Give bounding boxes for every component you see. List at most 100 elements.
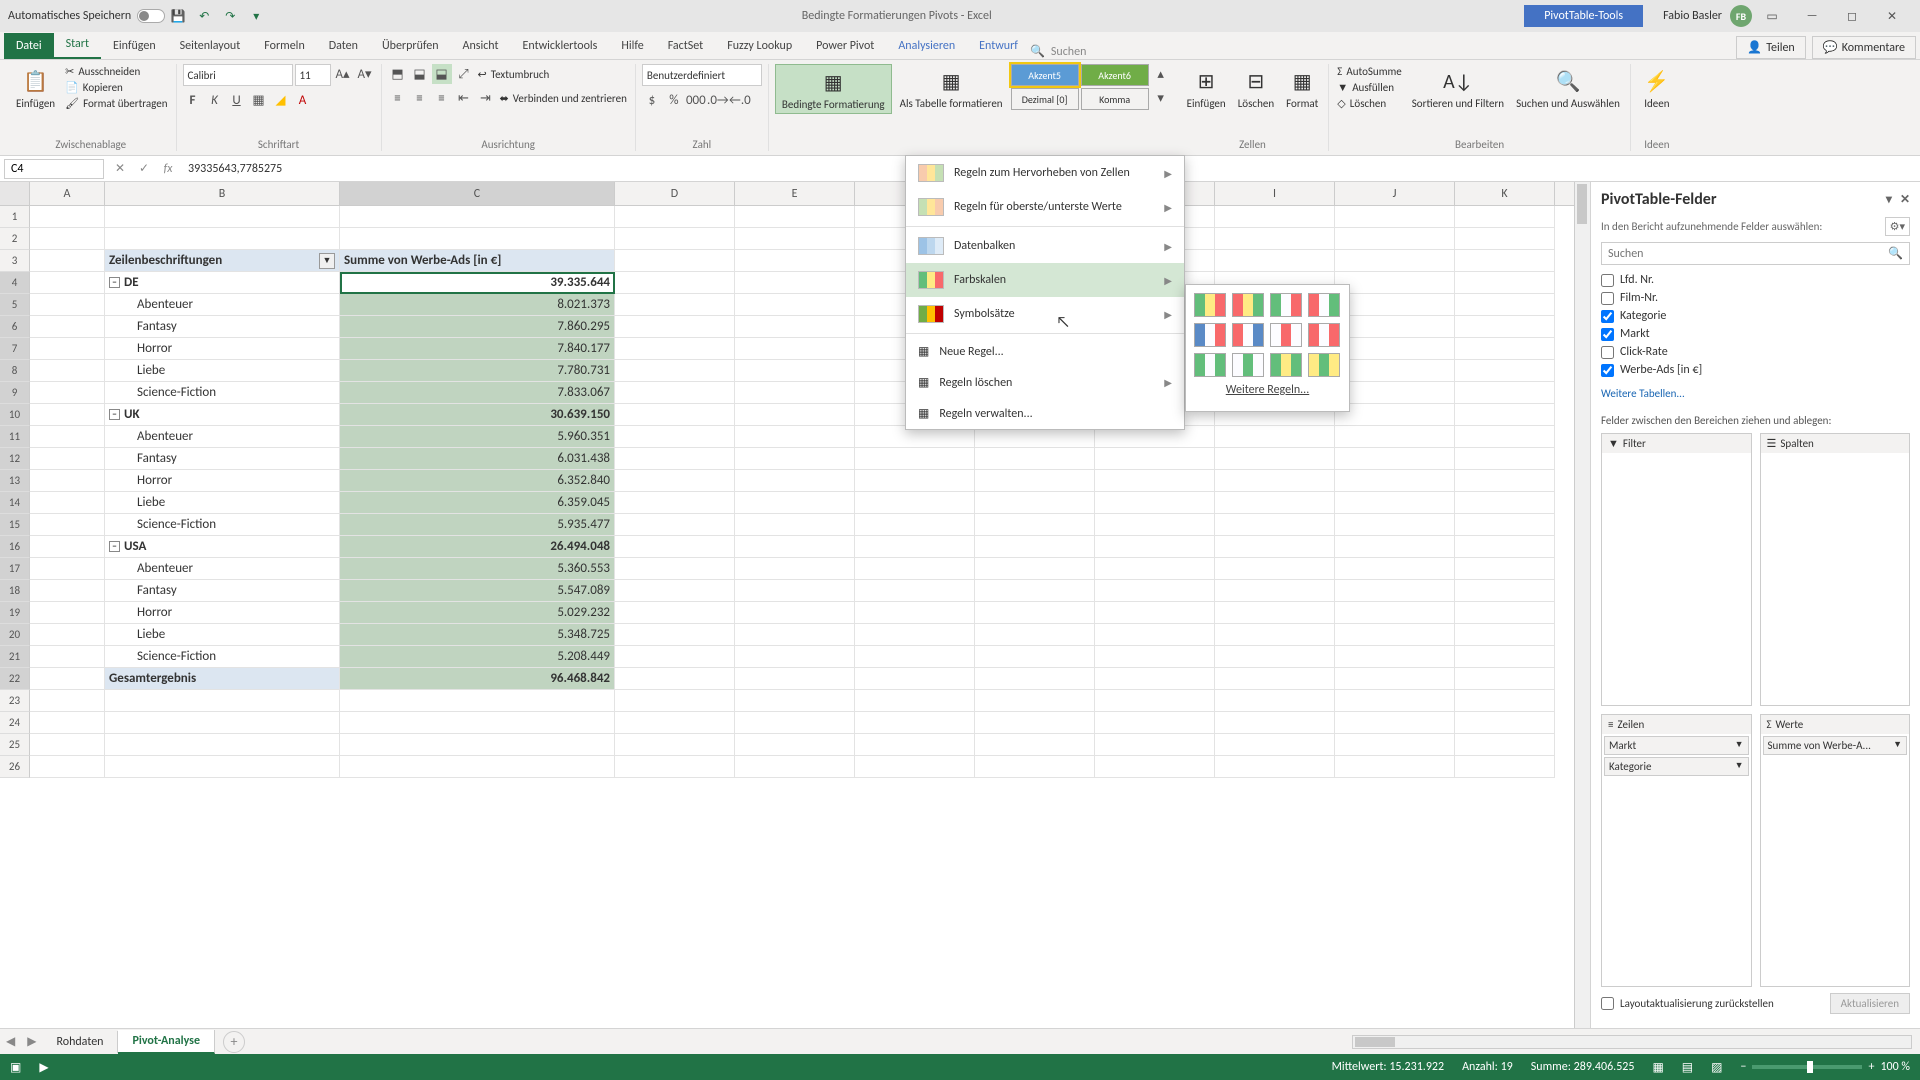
cell[interactable] [855, 668, 975, 690]
cell[interactable] [1095, 448, 1215, 470]
cell[interactable]: Fantasy [105, 316, 340, 338]
cell[interactable] [1335, 558, 1455, 580]
row-header-10[interactable]: 10 [0, 404, 30, 426]
panel-layout-icon[interactable]: ⚙▾ [1885, 217, 1910, 236]
align-top-icon[interactable]: ⬒ [388, 64, 408, 84]
area-rows[interactable]: ≡Zeilen Markt▼Kategorie▼ [1601, 714, 1752, 987]
cell[interactable] [1215, 580, 1335, 602]
more-tables-link[interactable]: Weitere Tabellen... [1601, 387, 1910, 400]
user-avatar[interactable]: FB [1730, 5, 1752, 27]
row-header-8[interactable]: 8 [0, 360, 30, 382]
cell[interactable] [1215, 448, 1335, 470]
percent-format-icon[interactable]: % [664, 90, 684, 110]
cell[interactable]: 7.860.295 [340, 316, 615, 338]
enter-formula-icon[interactable]: ✓ [132, 158, 156, 180]
row-header-24[interactable]: 24 [0, 712, 30, 734]
cell[interactable]: Abenteuer [105, 558, 340, 580]
cell[interactable]: Fantasy [105, 580, 340, 602]
cell[interactable] [735, 360, 855, 382]
maximize-icon[interactable]: ◻ [1832, 2, 1872, 30]
cell[interactable] [1455, 206, 1555, 228]
cell[interactable] [615, 404, 735, 426]
cell[interactable]: 7.780.731 [340, 360, 615, 382]
cell[interactable] [1095, 492, 1215, 514]
row-header-17[interactable]: 17 [0, 558, 30, 580]
field-search[interactable]: 🔍 [1601, 242, 1910, 265]
cell[interactable] [855, 558, 975, 580]
field-item[interactable]: Lfd. Nr. [1601, 273, 1910, 287]
cell[interactable] [735, 272, 855, 294]
zoom-level[interactable]: 100 % [1880, 1060, 1910, 1074]
cell[interactable] [1215, 470, 1335, 492]
cell[interactable] [1095, 690, 1215, 712]
cell[interactable] [30, 536, 105, 558]
view-page-layout-icon[interactable]: ▤ [1682, 1060, 1693, 1075]
cell[interactable] [1455, 624, 1555, 646]
cell[interactable] [1335, 624, 1455, 646]
cell[interactable]: 26.494.048 [340, 536, 615, 558]
cell[interactable] [1215, 602, 1335, 624]
area-pill[interactable]: Summe von Werbe-A...▼ [1763, 736, 1908, 755]
cell[interactable] [1215, 646, 1335, 668]
cell[interactable] [1335, 426, 1455, 448]
cell[interactable]: Abenteuer [105, 294, 340, 316]
tab-formeln[interactable]: Formeln [252, 33, 316, 59]
cell[interactable] [735, 756, 855, 778]
cell[interactable] [735, 734, 855, 756]
tell-me-search[interactable]: 🔍 Suchen [1030, 44, 1086, 59]
row-header-11[interactable]: 11 [0, 426, 30, 448]
cell[interactable] [1095, 514, 1215, 536]
cell[interactable]: Horror [105, 602, 340, 624]
ideas-button[interactable]: ⚡Ideen [1637, 64, 1677, 112]
row-header-7[interactable]: 7 [0, 338, 30, 360]
col-header-J[interactable]: J [1335, 182, 1455, 205]
cell[interactable] [1455, 734, 1555, 756]
cell[interactable]: 7.840.177 [340, 338, 615, 360]
view-page-break-icon[interactable]: ▨ [1711, 1060, 1722, 1075]
cell[interactable] [735, 536, 855, 558]
cell[interactable] [735, 382, 855, 404]
cell[interactable] [975, 756, 1095, 778]
cell[interactable] [1455, 602, 1555, 624]
cell[interactable] [30, 602, 105, 624]
cell[interactable] [1215, 492, 1335, 514]
cell[interactable] [30, 404, 105, 426]
cell[interactable]: −DE [105, 272, 340, 294]
cell[interactable] [1215, 536, 1335, 558]
cell[interactable]: −UK [105, 404, 340, 426]
cell[interactable] [1335, 492, 1455, 514]
cell[interactable] [30, 382, 105, 404]
tab-hilfe[interactable]: Hilfe [609, 33, 655, 59]
cell[interactable] [735, 514, 855, 536]
filter-dropdown-icon[interactable]: ▼ [319, 253, 335, 269]
cell-style-akzent5[interactable]: Akzent5 [1011, 64, 1079, 86]
cell[interactable] [1215, 426, 1335, 448]
cell[interactable]: 7.833.067 [340, 382, 615, 404]
cell[interactable] [615, 514, 735, 536]
cell[interactable] [30, 294, 105, 316]
fx-icon[interactable]: fx [156, 158, 180, 180]
field-checkbox[interactable] [1601, 346, 1614, 359]
cell[interactable] [735, 668, 855, 690]
row-header-26[interactable]: 26 [0, 756, 30, 778]
tab-ueberpruefen[interactable]: Überprüfen [370, 33, 451, 59]
qat-customize-icon[interactable]: ▾ [247, 7, 265, 25]
cell[interactable] [615, 448, 735, 470]
cell[interactable] [1455, 360, 1555, 382]
color-scale-swatch[interactable] [1194, 353, 1226, 377]
col-header-K[interactable]: K [1455, 182, 1555, 205]
comma-format-icon[interactable]: 000 [686, 90, 706, 110]
cell[interactable] [340, 712, 615, 734]
cell[interactable] [975, 448, 1095, 470]
autosum-button[interactable]: ΣAutoSumme [1335, 64, 1403, 79]
cell[interactable] [975, 536, 1095, 558]
cell[interactable]: −USA [105, 536, 340, 558]
field-search-input[interactable] [1608, 247, 1888, 261]
pill-dropdown-icon[interactable]: ▼ [1893, 739, 1902, 752]
cell[interactable] [1335, 756, 1455, 778]
align-center-icon[interactable]: ≡ [410, 88, 430, 108]
cell[interactable] [735, 492, 855, 514]
align-bottom-icon[interactable]: ⬓ [432, 64, 452, 84]
cell[interactable] [975, 558, 1095, 580]
cell[interactable]: 5.348.725 [340, 624, 615, 646]
